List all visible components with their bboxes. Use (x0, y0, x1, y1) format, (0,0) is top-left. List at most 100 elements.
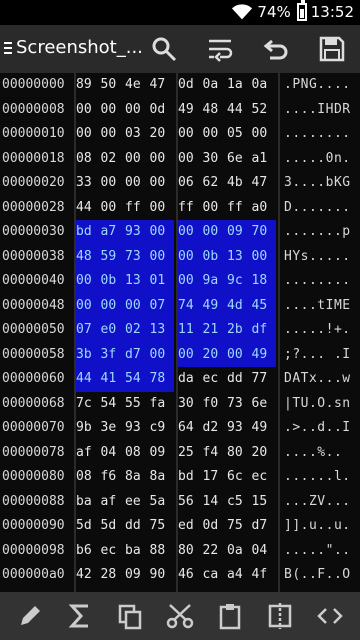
hex-byte[interactable]: 20 (150, 122, 175, 147)
hex-byte[interactable]: 3b (76, 342, 101, 367)
menu-icon[interactable] (4, 42, 12, 56)
hex-byte[interactable]: 44 (76, 196, 101, 221)
hex-byte[interactable]: 4d (227, 293, 252, 318)
hex-byte[interactable]: ec (203, 367, 228, 392)
hex-row[interactable]: 00000070 9b 3e 93 c9 64 d2 93 49 .>..d..I (0, 416, 360, 441)
hex-byte[interactable]: 48 (76, 244, 101, 269)
hex-byte[interactable]: 7c (76, 392, 101, 417)
hex-byte[interactable]: 9b (76, 416, 101, 441)
hex-byte[interactable]: 2b (227, 318, 252, 343)
hex-byte[interactable]: ff (227, 196, 252, 221)
hex-byte[interactable]: 50 (101, 73, 126, 98)
undo-icon[interactable] (262, 35, 290, 63)
hex-byte[interactable]: 70 (251, 220, 276, 245)
hex-byte[interactable]: dd (125, 514, 150, 539)
ascii-preview[interactable]: ...ZV... (284, 490, 360, 515)
hex-byte[interactable]: 00 (101, 122, 126, 147)
hex-byte[interactable]: 00 (178, 244, 203, 269)
hex-byte[interactable]: 45 (251, 293, 276, 318)
wrap-icon[interactable] (206, 35, 234, 63)
hex-byte[interactable]: 00 (149, 220, 174, 245)
ascii-preview[interactable]: ]].u..u. (284, 514, 360, 539)
hex-byte[interactable]: a7 (100, 220, 125, 245)
hex-byte[interactable]: d7 (252, 514, 277, 539)
hex-byte[interactable]: 47 (150, 73, 175, 98)
hex-byte[interactable]: 25 (178, 441, 203, 466)
hex-byte[interactable]: 13 (227, 244, 252, 269)
ascii-preview[interactable]: D....... (284, 196, 360, 221)
hex-byte[interactable]: 3f (100, 342, 125, 367)
hex-byte[interactable]: 09 (150, 441, 175, 466)
hex-byte[interactable]: 00 (125, 171, 150, 196)
hex-byte[interactable]: 88 (150, 539, 175, 564)
hex-row[interactable]: 00000080 08 f6 8a 8a bd 17 6c ec ......l. (0, 465, 360, 490)
hex-byte[interactable]: 93 (125, 220, 150, 245)
hex-byte[interactable]: 49 (202, 293, 227, 318)
hex-byte[interactable]: 07 (76, 318, 101, 343)
hex-byte[interactable]: 00 (178, 342, 203, 367)
hex-byte[interactable]: 44 (227, 98, 252, 123)
hex-byte[interactable]: 18 (251, 269, 276, 294)
hex-byte[interactable]: 0a (227, 539, 252, 564)
hex-byte[interactable]: 03 (125, 122, 150, 147)
hex-byte[interactable]: 0d (178, 73, 203, 98)
hex-byte[interactable]: 73 (227, 392, 252, 417)
hex-byte[interactable]: 02 (101, 147, 126, 172)
ascii-preview[interactable]: .PNG.... (284, 73, 360, 98)
ascii-preview[interactable]: ....tIME (284, 294, 360, 319)
hex-byte[interactable]: a0 (252, 196, 277, 221)
hex-byte[interactable]: 07 (149, 293, 174, 318)
ascii-preview[interactable]: .....".. (284, 539, 360, 564)
hex-view[interactable]: 00000000 89 50 4e 47 0d 0a 1a 0a .PNG.... 00000008… (0, 73, 360, 592)
hex-row[interactable]: 00000030 bd a7 93 00 00 00 09 70 .......p (0, 220, 360, 245)
hex-byte[interactable]: 44 (76, 367, 101, 392)
hex-byte[interactable]: 21 (202, 318, 227, 343)
hex-byte[interactable]: 73 (125, 244, 150, 269)
hex-byte[interactable]: 20 (202, 342, 227, 367)
hex-byte[interactable]: 06 (178, 171, 203, 196)
hex-byte[interactable]: 0a (203, 73, 228, 98)
hex-byte[interactable]: ca (203, 563, 228, 588)
ascii-preview[interactable]: ........ (284, 269, 360, 294)
ascii-preview[interactable]: ....%.. (284, 441, 360, 466)
hex-byte[interactable]: 04 (252, 539, 277, 564)
hex-byte[interactable]: 64 (178, 416, 203, 441)
hex-byte[interactable]: df (251, 318, 276, 343)
hex-row[interactable]: 00000088 ba af ee 5a 56 14 c5 15 ...ZV... (0, 490, 360, 515)
hex-byte[interactable]: a1 (252, 147, 277, 172)
hex-byte[interactable]: ff (178, 196, 203, 221)
hex-byte[interactable]: 00 (125, 293, 150, 318)
hex-byte[interactable]: 47 (252, 171, 277, 196)
hex-byte[interactable]: d2 (203, 416, 228, 441)
hex-byte[interactable]: 00 (150, 147, 175, 172)
hex-byte[interactable]: af (101, 490, 126, 515)
hex-byte[interactable]: 00 (101, 98, 126, 123)
ascii-preview[interactable]: .>..d..I (284, 416, 360, 441)
cut-icon[interactable] (166, 602, 194, 630)
hex-byte[interactable]: 17 (203, 465, 228, 490)
hex-byte[interactable]: 49 (252, 416, 277, 441)
hex-byte[interactable]: 00 (178, 122, 203, 147)
ascii-preview[interactable]: DATx...w (284, 367, 360, 392)
hex-byte[interactable]: e0 (100, 318, 125, 343)
hex-byte[interactable]: 54 (125, 367, 150, 392)
hex-byte[interactable]: 13 (149, 318, 174, 343)
hex-byte[interactable]: 46 (178, 563, 203, 588)
hex-byte[interactable]: 00 (125, 147, 150, 172)
hex-byte[interactable]: 00 (76, 98, 101, 123)
hex-byte[interactable]: 09 (125, 563, 150, 588)
hex-byte[interactable]: 09 (227, 220, 252, 245)
hex-byte[interactable]: 0d (150, 98, 175, 123)
hex-row[interactable]: 00000040 00 0b 13 01 00 9a 9c 18........ (0, 269, 360, 294)
hex-byte[interactable]: 28 (101, 563, 126, 588)
hex-byte[interactable]: c9 (150, 416, 175, 441)
hex-byte[interactable]: 33 (76, 171, 101, 196)
hex-byte[interactable]: 00 (227, 342, 252, 367)
hex-byte[interactable]: 77 (252, 367, 277, 392)
hex-byte[interactable]: 75 (227, 514, 252, 539)
hex-byte[interactable]: 75 (150, 514, 175, 539)
hex-byte[interactable]: 00 (76, 269, 101, 294)
hex-byte[interactable]: 11 (178, 318, 203, 343)
hex-row[interactable]: 00000090 5d 5d dd 75 ed 0d 75 d7]].u..u. (0, 514, 360, 539)
sigma-icon[interactable] (66, 602, 94, 630)
